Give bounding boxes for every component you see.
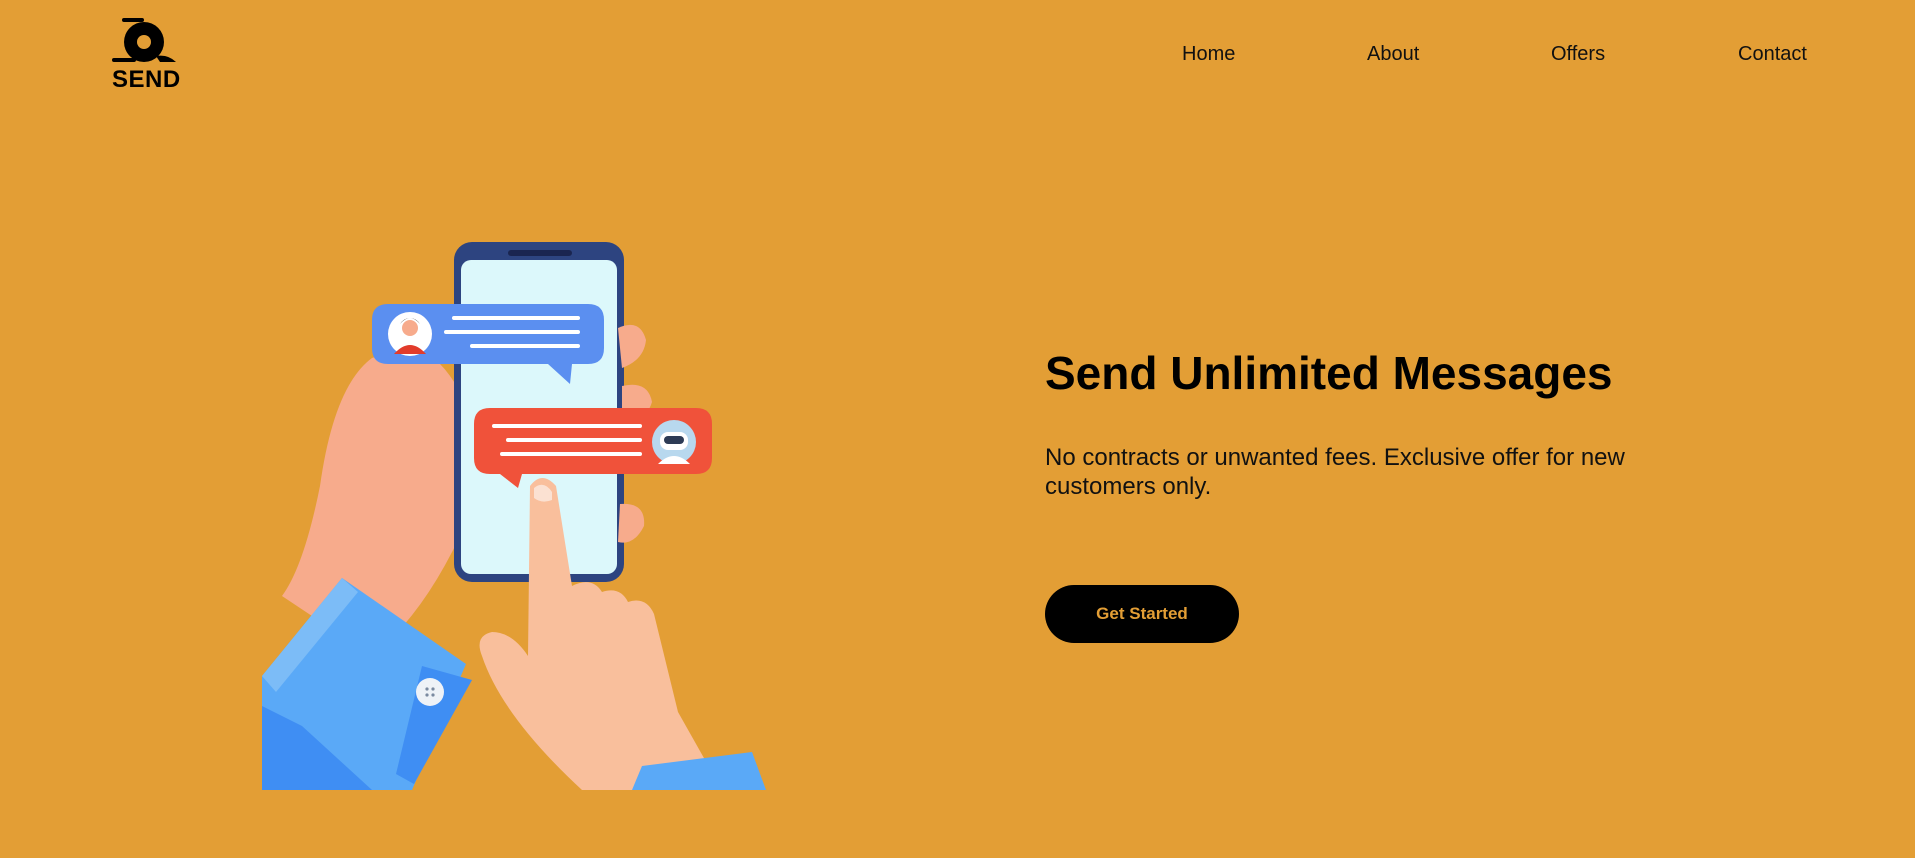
get-started-button[interactable]: Get Started	[1045, 585, 1239, 643]
nav-offers[interactable]: Offers	[1551, 43, 1605, 66]
hero-headline: Send Unlimited Messages	[1045, 347, 1613, 399]
nav-home[interactable]: Home	[1182, 43, 1235, 66]
nav-contact[interactable]: Contact	[1738, 43, 1807, 66]
hero-section: SEND Home About Offers Contact Send Unli…	[0, 0, 1915, 858]
nav-about[interactable]: About	[1367, 43, 1419, 66]
hero-subtext: No contracts or unwanted fees. Exclusive…	[1045, 444, 1625, 500]
top-nav: Home About Offers Contact	[0, 43, 1915, 67]
logo-text: SEND	[112, 66, 181, 93]
phone-chat-illustration	[262, 236, 777, 790]
